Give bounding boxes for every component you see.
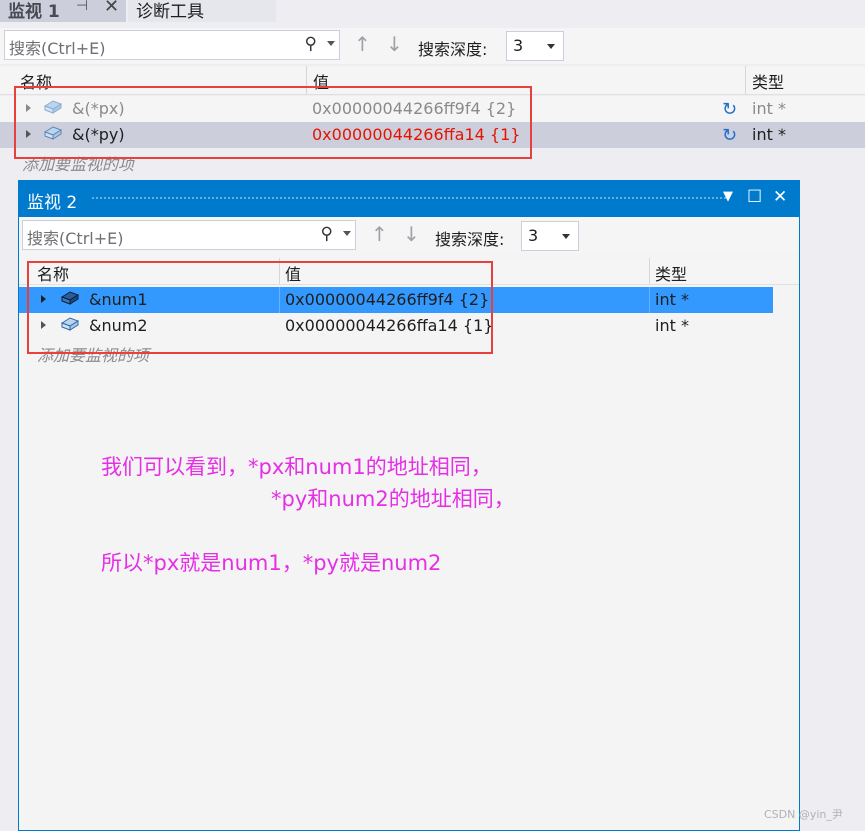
close-icon[interactable]: ✕ xyxy=(773,187,787,207)
search-depth-label: 搜索深度: xyxy=(418,40,488,59)
row-type: int * xyxy=(655,316,689,335)
search-previous-icon[interactable]: ↑ xyxy=(354,32,371,56)
search-depth-select[interactable]: 3 xyxy=(506,31,564,61)
watermark: CSDN @yin_尹 xyxy=(764,808,843,821)
refresh-icon[interactable]: ↻ xyxy=(722,99,737,120)
row-type: int * xyxy=(655,290,689,309)
refresh-icon[interactable]: ↻ xyxy=(722,125,737,146)
search-input[interactable]: 搜索(Ctrl+E) ⚲ xyxy=(4,30,340,60)
search-icon[interactable]: ⚲ xyxy=(305,34,317,54)
search-icon[interactable]: ⚲ xyxy=(321,224,333,244)
search-depth-select[interactable]: 3 xyxy=(521,221,579,251)
close-icon[interactable]: ✕ xyxy=(104,0,119,17)
window-menu-icon[interactable]: ▼ xyxy=(723,189,733,204)
tab-watch1-label: 监视 1 xyxy=(8,2,60,22)
chevron-down-icon xyxy=(562,234,570,239)
watch2-toolbar: 搜索(Ctrl+E) ⚲ ↑ ↓ 搜索深度: 3 xyxy=(19,217,799,253)
column-divider xyxy=(649,287,650,313)
maximize-icon[interactable]: ☐ xyxy=(747,187,762,207)
column-type[interactable]: 类型 xyxy=(655,261,687,285)
row-type: int * xyxy=(752,99,786,118)
column-type[interactable]: 类型 xyxy=(752,69,784,93)
watch2-title: 监视 2 xyxy=(27,193,78,213)
watch2-titlebar[interactable]: 监视 2 ▼ ☐ ✕ xyxy=(19,181,799,217)
watch1-toolbar: 搜索(Ctrl+E) ⚲ ↑ ↓ 搜索深度: 3 xyxy=(0,28,865,64)
pin-icon[interactable]: ⊣ xyxy=(76,0,88,14)
column-divider[interactable] xyxy=(649,258,650,284)
row-type: int * xyxy=(752,125,786,144)
search-placeholder: 搜索(Ctrl+E) xyxy=(9,39,106,58)
highlight-box xyxy=(14,86,532,159)
search-previous-icon[interactable]: ↑ xyxy=(371,222,388,246)
chevron-down-icon[interactable] xyxy=(343,231,351,236)
drag-grip[interactable] xyxy=(91,196,731,201)
search-depth-value: 3 xyxy=(513,36,524,55)
annotation-line1: 我们可以看到，*px和num1的地址相同， xyxy=(101,455,492,479)
tab-diagnostic-tools[interactable]: 诊断工具 xyxy=(128,0,276,22)
search-next-icon[interactable]: ↓ xyxy=(403,222,420,246)
search-depth-label: 搜索深度: xyxy=(435,230,505,249)
column-divider[interactable] xyxy=(745,66,746,94)
annotation-line3: 所以*px就是num1，*py就是num2 xyxy=(101,551,442,575)
tab-watch1[interactable]: 监视 1 ⊣ ✕ xyxy=(0,0,126,22)
search-placeholder: 搜索(Ctrl+E) xyxy=(27,229,124,248)
highlight-box xyxy=(27,261,493,354)
search-input[interactable]: 搜索(Ctrl+E) ⚲ xyxy=(22,220,356,250)
watch2-window: 监视 2 ▼ ☐ ✕ 搜索(Ctrl+E) ⚲ ↑ ↓ 搜索深度: 3 名称 值… xyxy=(18,180,800,831)
annotation-line2: *py和num2的地址相同， xyxy=(271,487,515,511)
search-depth-value: 3 xyxy=(528,226,539,245)
chevron-down-icon xyxy=(547,44,555,49)
search-next-icon[interactable]: ↓ xyxy=(386,32,403,56)
tab-diagnostic-tools-label: 诊断工具 xyxy=(136,2,204,22)
chevron-down-icon[interactable] xyxy=(327,41,335,46)
